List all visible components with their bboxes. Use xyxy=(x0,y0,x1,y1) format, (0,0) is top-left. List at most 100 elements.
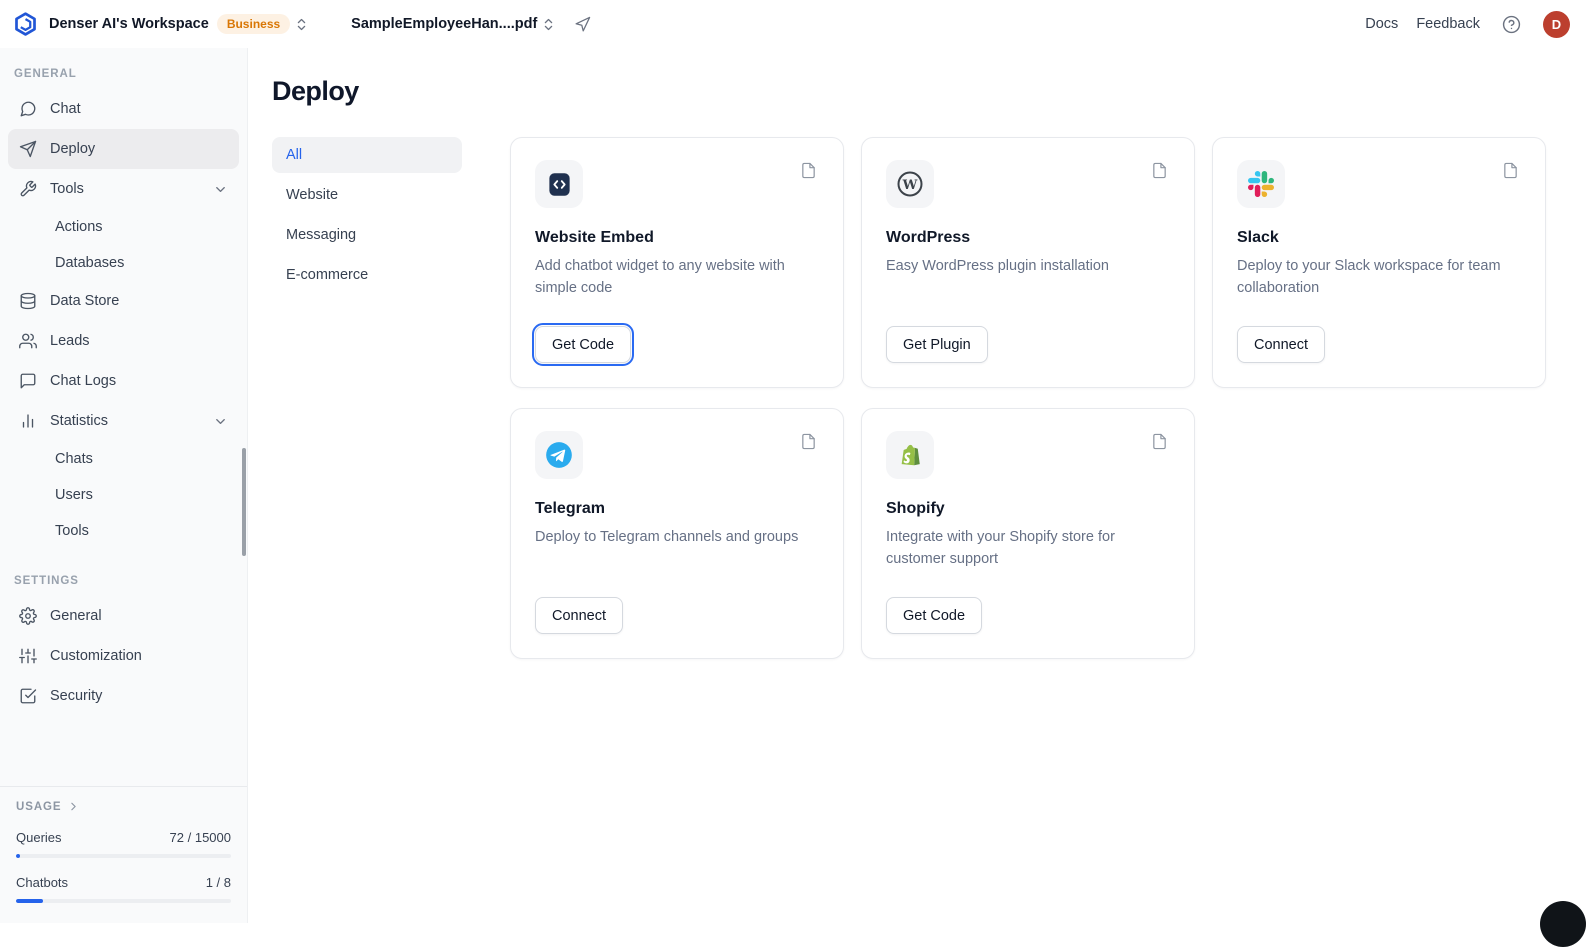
chat-icon xyxy=(19,100,37,118)
card-telegram: Telegram Deploy to Telegram channels and… xyxy=(510,408,844,659)
docs-file-icon[interactable] xyxy=(798,431,819,452)
chat-logs-icon xyxy=(19,372,37,390)
get-code-button[interactable]: Get Code xyxy=(531,323,635,366)
workspace-name: Denser AI's Workspace xyxy=(49,16,209,32)
filter-all[interactable]: All xyxy=(272,137,462,173)
deploy-cards-grid: Website Embed Add chatbot widget to any … xyxy=(510,137,1546,659)
chevron-down-icon xyxy=(213,182,228,197)
card-title: Telegram xyxy=(535,500,605,517)
card-description: Integrate with your Shopify store for cu… xyxy=(886,529,1115,568)
card-title: Shopify xyxy=(886,500,945,517)
queries-meter: Queries 72 / 15000 xyxy=(16,830,231,858)
connect-button[interactable]: Connect xyxy=(1237,326,1326,363)
sliders-icon xyxy=(19,647,37,665)
docs-file-icon[interactable] xyxy=(1149,431,1170,452)
wordpress-icon: W xyxy=(886,160,934,208)
feedback-link[interactable]: Feedback xyxy=(1416,16,1480,32)
chat-widget-button[interactable] xyxy=(1540,901,1586,947)
sidebar-item-tools[interactable]: Tools xyxy=(8,169,239,209)
chatbots-progress-bar xyxy=(16,899,231,903)
queries-progress-bar xyxy=(16,854,231,858)
sidebar: GENERAL Chat Deploy Tools Actions Databa… xyxy=(0,48,248,923)
plan-badge: Business xyxy=(216,14,291,34)
sidebar-item-label: Leads xyxy=(50,333,90,349)
document-switcher-icon[interactable] xyxy=(537,13,560,36)
sidebar-item-general[interactable]: General xyxy=(8,596,239,636)
sidebar-subitem-databases[interactable]: Databases xyxy=(8,245,239,281)
chatbots-meter: Chatbots 1 / 8 xyxy=(16,875,231,903)
card-description: Easy WordPress plugin installation xyxy=(886,258,1109,274)
usage-header[interactable]: USAGE xyxy=(16,800,231,813)
main-content: Deploy All Website Messaging E-commerce xyxy=(248,48,1588,923)
section-label-settings: SETTINGS xyxy=(14,575,79,587)
filter-ecommerce[interactable]: E-commerce xyxy=(272,257,462,293)
topbar: Denser AI's Workspace Business SampleEmp… xyxy=(0,0,1588,48)
sidebar-item-statistics[interactable]: Statistics xyxy=(8,401,239,441)
deploy-icon xyxy=(19,140,37,158)
get-plugin-button[interactable]: Get Plugin xyxy=(886,326,988,363)
sidebar-item-label: General xyxy=(50,608,102,624)
gear-icon xyxy=(19,607,37,625)
card-slack: Slack Deploy to your Slack workspace for… xyxy=(1212,137,1546,388)
card-title: Slack xyxy=(1237,229,1279,246)
filter-messaging[interactable]: Messaging xyxy=(272,217,462,253)
card-description: Deploy to Telegram channels and groups xyxy=(535,529,799,545)
docs-link[interactable]: Docs xyxy=(1365,16,1398,32)
sidebar-subitem-tools[interactable]: Tools xyxy=(8,513,239,549)
sidebar-item-customization[interactable]: Customization xyxy=(8,636,239,676)
sidebar-subitem-users[interactable]: Users xyxy=(8,477,239,513)
sidebar-item-chat[interactable]: Chat xyxy=(8,89,239,129)
sidebar-item-label: Chat Logs xyxy=(50,373,117,389)
sidebar-item-label: Data Store xyxy=(50,293,120,309)
sidebar-item-data-store[interactable]: Data Store xyxy=(8,281,239,321)
card-description: Deploy to your Slack workspace for team … xyxy=(1237,258,1501,297)
tools-icon xyxy=(19,180,37,198)
filter-website[interactable]: Website xyxy=(272,177,462,213)
queries-value: 72 / 15000 xyxy=(169,830,231,845)
sidebar-scrollbar[interactable] xyxy=(242,448,246,556)
sidebar-item-deploy[interactable]: Deploy xyxy=(8,129,239,169)
shopify-icon xyxy=(886,431,934,479)
docs-file-icon[interactable] xyxy=(1500,160,1521,181)
docs-file-icon[interactable] xyxy=(1149,160,1170,181)
denser-logo-icon xyxy=(12,11,39,38)
card-title: Website Embed xyxy=(535,229,654,246)
sidebar-item-label: Statistics xyxy=(50,413,109,429)
chatbots-value: 1 / 8 xyxy=(205,875,231,890)
document-selector[interactable]: SampleEmployeeHan....pdf xyxy=(351,16,537,32)
chevron-right-icon xyxy=(70,802,76,811)
users-icon xyxy=(19,332,37,350)
card-website-embed: Website Embed Add chatbot widget to any … xyxy=(510,137,844,388)
sidebar-item-label: Chat xyxy=(50,101,81,117)
get-code-button[interactable]: Get Code xyxy=(886,597,983,634)
sidebar-subitem-actions[interactable]: Actions xyxy=(8,209,239,245)
workspace-switcher-icon[interactable] xyxy=(290,13,313,36)
usage-panel: USAGE Queries 72 / 15000 Chatbots 1 / 8 xyxy=(0,786,247,923)
sidebar-item-chat-logs[interactable]: Chat Logs xyxy=(8,361,239,401)
chatbots-label: Chatbots xyxy=(16,875,69,890)
card-wordpress: W WordPress Easy WordPress plugin instal… xyxy=(861,137,1195,388)
sidebar-item-leads[interactable]: Leads xyxy=(8,321,239,361)
avatar[interactable]: D xyxy=(1543,10,1570,38)
sidebar-item-security[interactable]: Security xyxy=(8,676,239,716)
statistics-icon xyxy=(19,412,37,430)
card-title: WordPress xyxy=(886,229,971,246)
help-icon[interactable] xyxy=(1498,11,1525,38)
section-label-general: GENERAL xyxy=(14,68,77,80)
website-embed-icon xyxy=(535,160,583,208)
sidebar-item-label: Customization xyxy=(50,648,142,664)
telegram-icon xyxy=(535,431,583,479)
sidebar-subitem-chats[interactable]: Chats xyxy=(8,441,239,477)
docs-file-icon[interactable] xyxy=(798,160,819,181)
chevron-down-icon xyxy=(213,414,228,429)
deploy-filters: All Website Messaging E-commerce xyxy=(272,137,462,297)
share-icon[interactable] xyxy=(570,12,595,37)
card-shopify: Shopify Integrate with your Shopify stor… xyxy=(861,408,1195,659)
slack-icon xyxy=(1237,160,1285,208)
sidebar-item-label: Security xyxy=(50,688,103,704)
connect-button[interactable]: Connect xyxy=(535,597,624,634)
card-description: Add chatbot widget to any website with s… xyxy=(535,258,785,297)
queries-label: Queries xyxy=(16,830,62,845)
shield-check-icon xyxy=(19,687,37,705)
sidebar-item-label: Deploy xyxy=(50,141,96,157)
